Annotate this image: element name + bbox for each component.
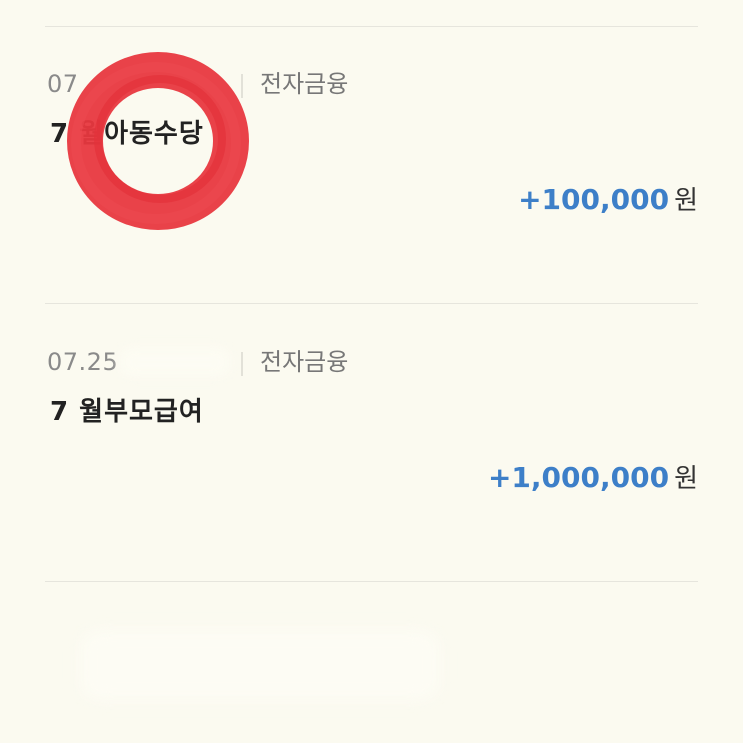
date-category-separator <box>241 74 243 98</box>
transaction-title: 7 월아동수당 <box>50 119 204 149</box>
transaction-item[interactable]: 07.25 전자금융 7 월부모급여 +1,000,000 원 <box>45 346 698 586</box>
transaction-amount: +1,000,000 원 <box>488 458 698 502</box>
transaction-date: 07.25 <box>47 348 119 376</box>
transaction-item[interactable]: 07 전자금융 7 월아동수당 +100,000 원 <box>45 68 698 308</box>
transaction-title: 7 월부모급여 <box>50 397 204 427</box>
amount-unit: 원 <box>674 464 698 494</box>
divider-middle <box>45 303 698 304</box>
amount-unit: 원 <box>674 186 698 216</box>
amount-value: +100,000 <box>518 183 670 216</box>
date-category-separator <box>241 352 243 376</box>
divider-top <box>45 26 698 27</box>
amount-value: +1,000,000 <box>487 461 670 494</box>
transaction-category: 전자금융 <box>260 348 349 376</box>
transaction-date: 07 <box>47 70 79 98</box>
transaction-amount: +100,000 원 <box>518 180 698 224</box>
divider-bottom <box>45 581 698 582</box>
redacted-time <box>120 348 230 376</box>
blurred-content <box>80 630 440 700</box>
transaction-category: 전자금융 <box>260 70 349 98</box>
